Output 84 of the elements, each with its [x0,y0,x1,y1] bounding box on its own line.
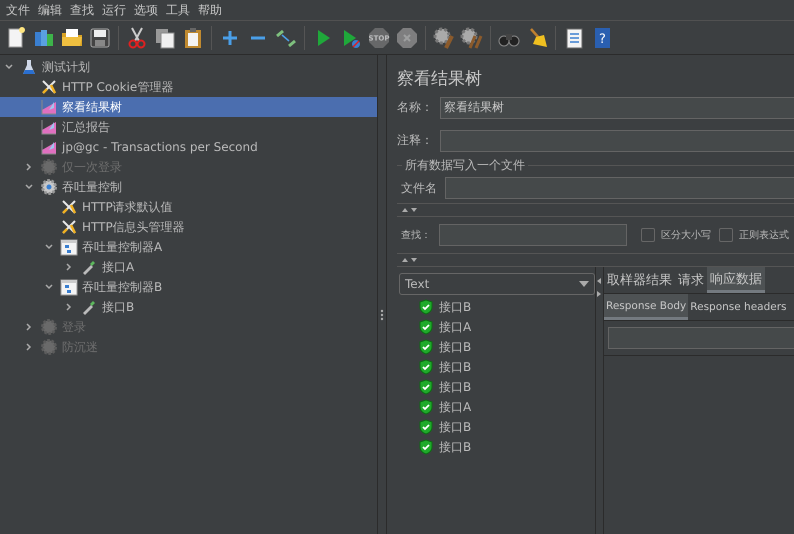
chevron-icon[interactable] [64,262,74,272]
wrench-icon [60,218,78,236]
wrench-icon [60,198,78,216]
chevron-icon[interactable] [64,302,74,312]
panel-title: 察看结果树 [397,68,483,90]
tree-item-label: HTTP信息头管理器 [82,218,185,236]
result-item[interactable]: 接口B [399,337,595,357]
gear-icon [40,318,58,336]
chart-icon [40,118,58,136]
tree-item[interactable]: 接口A [0,257,377,277]
chevron-icon[interactable] [44,242,54,252]
tree-item-label: 接口B [102,298,134,316]
result-item[interactable]: 接口A [399,397,595,417]
result-item[interactable]: 接口B [399,377,595,397]
tree-item[interactable]: HTTP信息头管理器 [0,217,377,237]
tree-item[interactable]: jp@gc - Transactions per Second [0,137,377,157]
result-item[interactable]: 接口B [399,297,595,317]
search-label: 查找： [400,228,432,242]
grip-icon[interactable] [380,308,384,320]
result-item[interactable]: 接口A [399,317,595,337]
chart-icon [40,98,58,116]
split-arrows-icon[interactable] [596,277,602,299]
result-item[interactable]: 接口B [399,357,595,377]
tree-item-label: jp@gc - Transactions per Second [62,140,258,154]
tree-item-label: 吞吐量控制器B [82,278,162,296]
menu-item[interactable]: 运行 [98,2,130,18]
chevron-icon[interactable] [24,182,34,192]
gear-icon [40,158,58,176]
controller-icon [60,278,78,296]
tree-item[interactable]: 察看结果树 [0,97,377,117]
menu-item[interactable]: 文件 [2,2,34,18]
result-item[interactable]: 接口B [399,417,595,437]
chevron-icon[interactable] [4,62,14,72]
gear-icon [40,338,58,356]
tab[interactable]: Response headers [688,294,789,320]
checkbox-label: 正则表达式 [739,228,789,242]
tree-item-label: 吞吐量控制 [62,178,122,196]
clear-all-icon[interactable] [460,26,484,50]
tree-item[interactable]: 汇总报告 [0,117,377,137]
tree-item[interactable]: 吞吐量控制器A [0,237,377,257]
tree-item[interactable]: HTTP请求默认值 [0,197,377,217]
search-field[interactable] [439,224,627,246]
tree-item-label: 汇总报告 [62,118,110,136]
checkbox[interactable] [641,228,655,242]
checkbox[interactable] [719,228,733,242]
save-icon[interactable] [88,26,112,50]
filename-field[interactable] [445,177,794,199]
chevron-icon[interactable] [44,282,54,292]
menu-item[interactable]: 帮助 [194,2,226,18]
controller-icon [60,238,78,256]
name-field[interactable]: 察看结果树 [440,96,794,118]
tree-item[interactable]: HTTP Cookie管理器 [0,77,377,97]
comment-label: 注释： [397,132,434,149]
clear-icon[interactable] [432,26,456,50]
comment-field[interactable] [440,130,794,152]
name-label: 名称： [397,99,434,116]
tree-item[interactable]: 吞吐量控制器B [0,277,377,297]
wrench-icon [40,78,58,96]
tree-item-label: 测试计划 [42,58,90,76]
tab[interactable]: Response Body [604,294,688,320]
tab[interactable]: 响应数据 [707,267,765,293]
menu-item[interactable]: 选项 [130,2,162,18]
tree-item-label: HTTP Cookie管理器 [62,78,174,96]
checkbox-label: 区分大小写 [661,228,711,242]
caret-icon [579,281,589,287]
renderer-dropdown[interactable]: Text [399,273,595,295]
flask-icon [20,58,38,76]
group-title: 所有数据写入一个文件 [404,156,526,174]
menu-item[interactable]: 查找 [66,2,98,18]
tab[interactable]: 请求 [675,267,707,293]
tree-item-label: 察看结果树 [62,98,122,116]
tab[interactable]: 取样器结果 [604,267,675,293]
menu-item[interactable]: 工具 [162,2,194,18]
menu-item[interactable]: 编辑 [34,2,66,18]
tree-item-label: 接口A [102,258,134,276]
result-item[interactable]: 接口B [399,437,595,457]
tree-item[interactable]: 接口B [0,297,377,317]
filename-label: 文件名 [401,180,438,196]
tree-item[interactable]: 吞吐量控制 [0,177,377,197]
tree-item-label: 吞吐量控制器A [82,238,162,256]
tree-item-label: HTTP请求默认值 [82,198,173,216]
chart-icon [40,138,58,156]
tree-item[interactable]: 测试计划 [0,57,377,77]
gear-icon [40,178,58,196]
